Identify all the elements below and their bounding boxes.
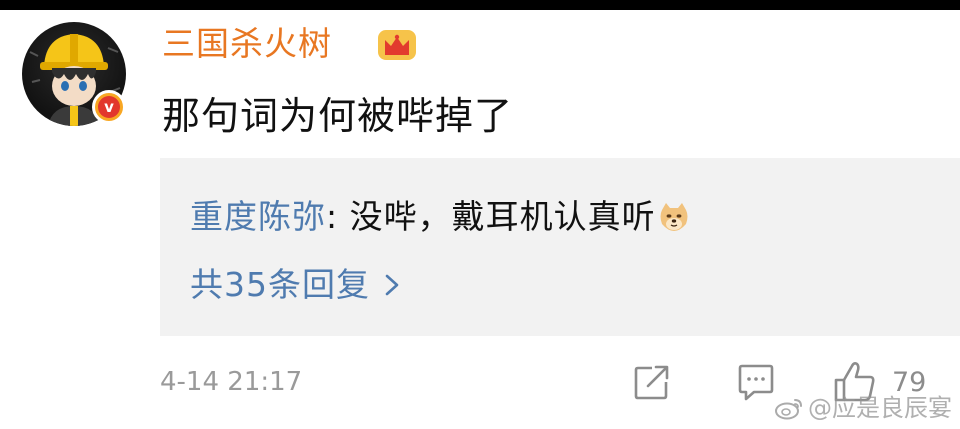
reply-content: 没哔，戴耳机认真听 xyxy=(349,197,656,236)
verified-badge-letter: v xyxy=(98,96,120,118)
username[interactable]: 三国杀火树 xyxy=(162,22,332,66)
comment-timestamp: 4-14 21:17 xyxy=(160,367,303,397)
reply-count-text: 共35条回复 xyxy=(190,265,370,304)
reply-line: 重度陈弥: 没哔，戴耳机认真听 xyxy=(190,194,690,240)
chevron-right-icon xyxy=(385,274,399,296)
verified-badge: v xyxy=(92,90,126,124)
doge-emoji-icon xyxy=(660,203,688,231)
reply-author[interactable]: 重度陈弥 xyxy=(190,197,326,236)
watermark-text: @应是良辰宴 xyxy=(808,394,952,422)
reply-count-link[interactable]: 共35条回复 xyxy=(190,262,400,308)
reply-preview-box[interactable]: 重度陈弥: 没哔，戴耳机认真听 共35条回复 xyxy=(160,158,960,336)
comment-text: 那句词为何被哔掉了 xyxy=(162,94,514,138)
weibo-logo-icon xyxy=(775,399,802,420)
top-edge-bar xyxy=(0,0,960,10)
crown-icon xyxy=(378,30,416,60)
comment-card: v 三国杀火树 那句词为何被哔掉了 重度陈弥: 没哔，戴耳机认真听 共35条回复… xyxy=(0,0,960,429)
comment-icon[interactable] xyxy=(736,360,776,404)
watermark: @应是良辰宴 xyxy=(774,392,952,424)
reply-separator: : xyxy=(326,197,350,236)
repost-icon[interactable] xyxy=(632,360,672,404)
